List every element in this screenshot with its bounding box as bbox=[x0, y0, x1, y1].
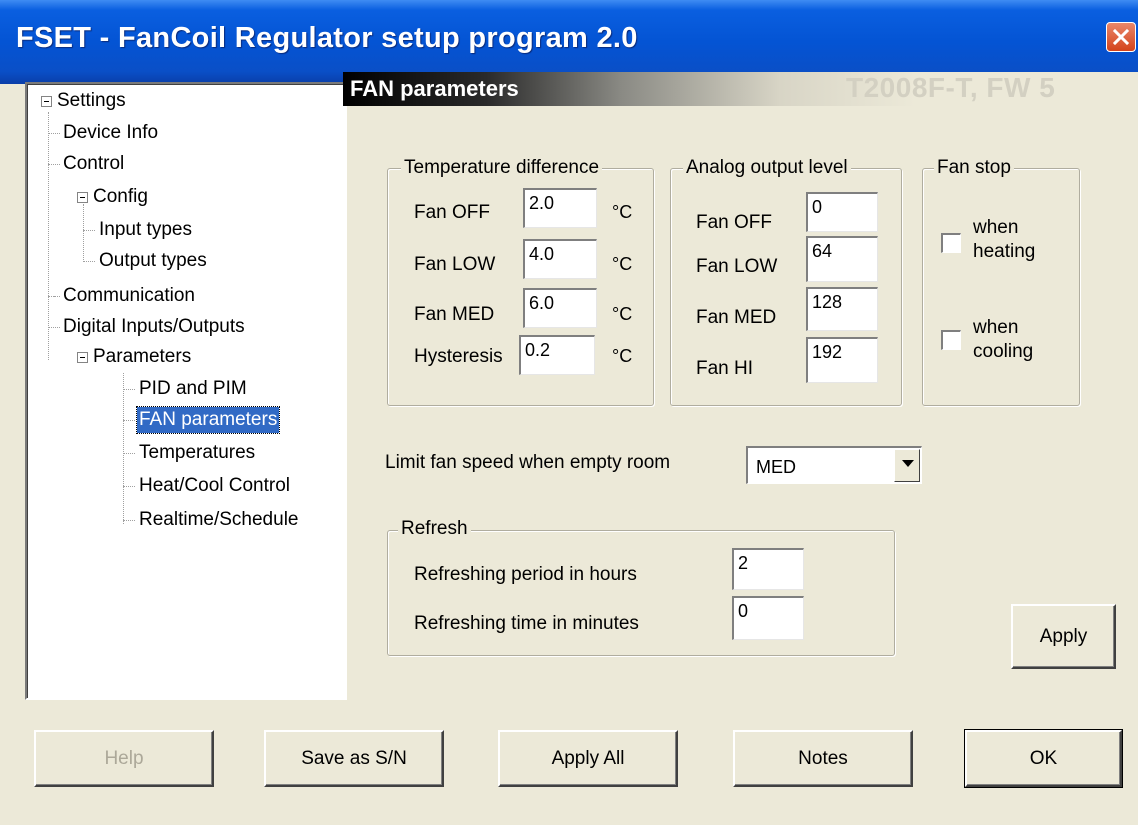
tree-item-heat-cool[interactable]: Heat/Cool Control bbox=[139, 473, 290, 499]
temp-fan-low-unit: °C bbox=[612, 254, 633, 274]
settings-tree[interactable]: Settings Device Info Control Config Inpu… bbox=[25, 82, 347, 700]
panel-title: FAN parameters bbox=[350, 76, 519, 101]
refresh-time-label: Refreshing time in minutes bbox=[414, 613, 639, 634]
stop-when-heating-label-2: heating bbox=[973, 241, 1036, 262]
settings-collapse-icon[interactable] bbox=[41, 96, 52, 107]
tree-item-parameters[interactable]: Parameters bbox=[93, 344, 191, 370]
limit-fan-speed-value: MED bbox=[756, 457, 796, 477]
temp-fan-off-input[interactable]: 2.0 bbox=[523, 188, 597, 228]
tree-item-digital-io[interactable]: Digital Inputs/Outputs bbox=[63, 314, 245, 340]
temp-fan-low-label: Fan LOW bbox=[414, 254, 496, 275]
tree-item-pid-pim[interactable]: PID and PIM bbox=[139, 376, 247, 402]
analog-fan-hi-input[interactable]: 192 bbox=[806, 337, 878, 383]
notes-button[interactable]: Notes bbox=[733, 730, 913, 787]
analog-fan-off-label: Fan OFF bbox=[696, 212, 773, 233]
analog-output-legend: Analog output level bbox=[683, 157, 851, 179]
temp-fan-med-label: Fan MED bbox=[414, 304, 495, 325]
refresh-period-label: Refreshing period in hours bbox=[414, 564, 637, 585]
help-button[interactable]: Help bbox=[34, 730, 214, 787]
refresh-period-input[interactable]: 2 bbox=[732, 548, 804, 590]
tree-item-device-info[interactable]: Device Info bbox=[63, 120, 158, 146]
limit-fan-speed-label: Limit fan speed when empty room bbox=[385, 452, 671, 473]
tree-item-temperatures[interactable]: Temperatures bbox=[139, 440, 255, 466]
stop-when-heating-label-1: when bbox=[973, 217, 1019, 238]
analog-fan-low-input[interactable]: 64 bbox=[806, 236, 878, 282]
window-title: FSET - FanCoil Regulator setup program 2… bbox=[16, 22, 638, 54]
parameters-collapse-icon[interactable] bbox=[77, 352, 88, 363]
tree-item-realtime[interactable]: Realtime/Schedule bbox=[139, 507, 298, 533]
temp-hysteresis-label: Hysteresis bbox=[414, 346, 503, 367]
close-icon bbox=[1112, 28, 1130, 46]
tree-item-config[interactable]: Config bbox=[93, 184, 148, 210]
temp-fan-med-input[interactable]: 6.0 bbox=[523, 288, 597, 328]
refresh-legend: Refresh bbox=[398, 518, 471, 540]
save-as-sn-button[interactable]: Save as S/N bbox=[264, 730, 444, 787]
temp-hysteresis-unit: °C bbox=[612, 346, 633, 366]
stop-when-cooling-checkbox[interactable] bbox=[941, 330, 961, 350]
analog-fan-off-input[interactable]: 0 bbox=[806, 192, 878, 232]
tree-item-input-types[interactable]: Input types bbox=[99, 217, 192, 243]
temperature-difference-legend: Temperature difference bbox=[401, 157, 603, 179]
fan-stop-group bbox=[922, 168, 1080, 406]
close-button[interactable] bbox=[1106, 22, 1136, 52]
tree-item-settings[interactable]: Settings bbox=[57, 88, 126, 114]
refresh-group bbox=[387, 530, 895, 656]
tree-item-control[interactable]: Control bbox=[63, 151, 124, 177]
temp-hysteresis-input[interactable]: 0.2 bbox=[519, 335, 595, 375]
refresh-time-input[interactable]: 0 bbox=[732, 596, 804, 640]
device-model: T2008F-T, FW 5 bbox=[846, 72, 1056, 103]
analog-fan-low-label: Fan LOW bbox=[696, 256, 778, 277]
temp-fan-low-input[interactable]: 4.0 bbox=[523, 239, 597, 279]
apply-all-button[interactable]: Apply All bbox=[498, 730, 678, 787]
config-collapse-icon[interactable] bbox=[77, 192, 88, 203]
analog-fan-med-input[interactable]: 128 bbox=[806, 287, 878, 331]
analog-fan-med-label: Fan MED bbox=[696, 307, 777, 328]
stop-when-cooling-label-1: when bbox=[973, 317, 1019, 338]
tree-item-output-types[interactable]: Output types bbox=[99, 248, 207, 274]
ok-button[interactable]: OK bbox=[964, 729, 1123, 788]
temp-fan-med-unit: °C bbox=[612, 304, 633, 324]
stop-when-cooling-label-2: cooling bbox=[973, 341, 1034, 362]
temp-fan-off-label: Fan OFF bbox=[414, 202, 491, 223]
tree-item-communication[interactable]: Communication bbox=[63, 283, 195, 309]
temp-fan-off-unit: °C bbox=[612, 202, 633, 222]
chevron-down-icon[interactable] bbox=[894, 449, 920, 482]
fan-stop-legend: Fan stop bbox=[934, 157, 1014, 179]
stop-when-heating-checkbox[interactable] bbox=[941, 233, 961, 253]
apply-button[interactable]: Apply bbox=[1011, 604, 1116, 669]
limit-fan-speed-select[interactable]: MED bbox=[746, 446, 922, 484]
analog-fan-hi-label: Fan HI bbox=[696, 358, 754, 379]
tree-item-fan-parameters[interactable]: FAN parameters bbox=[135, 406, 281, 434]
